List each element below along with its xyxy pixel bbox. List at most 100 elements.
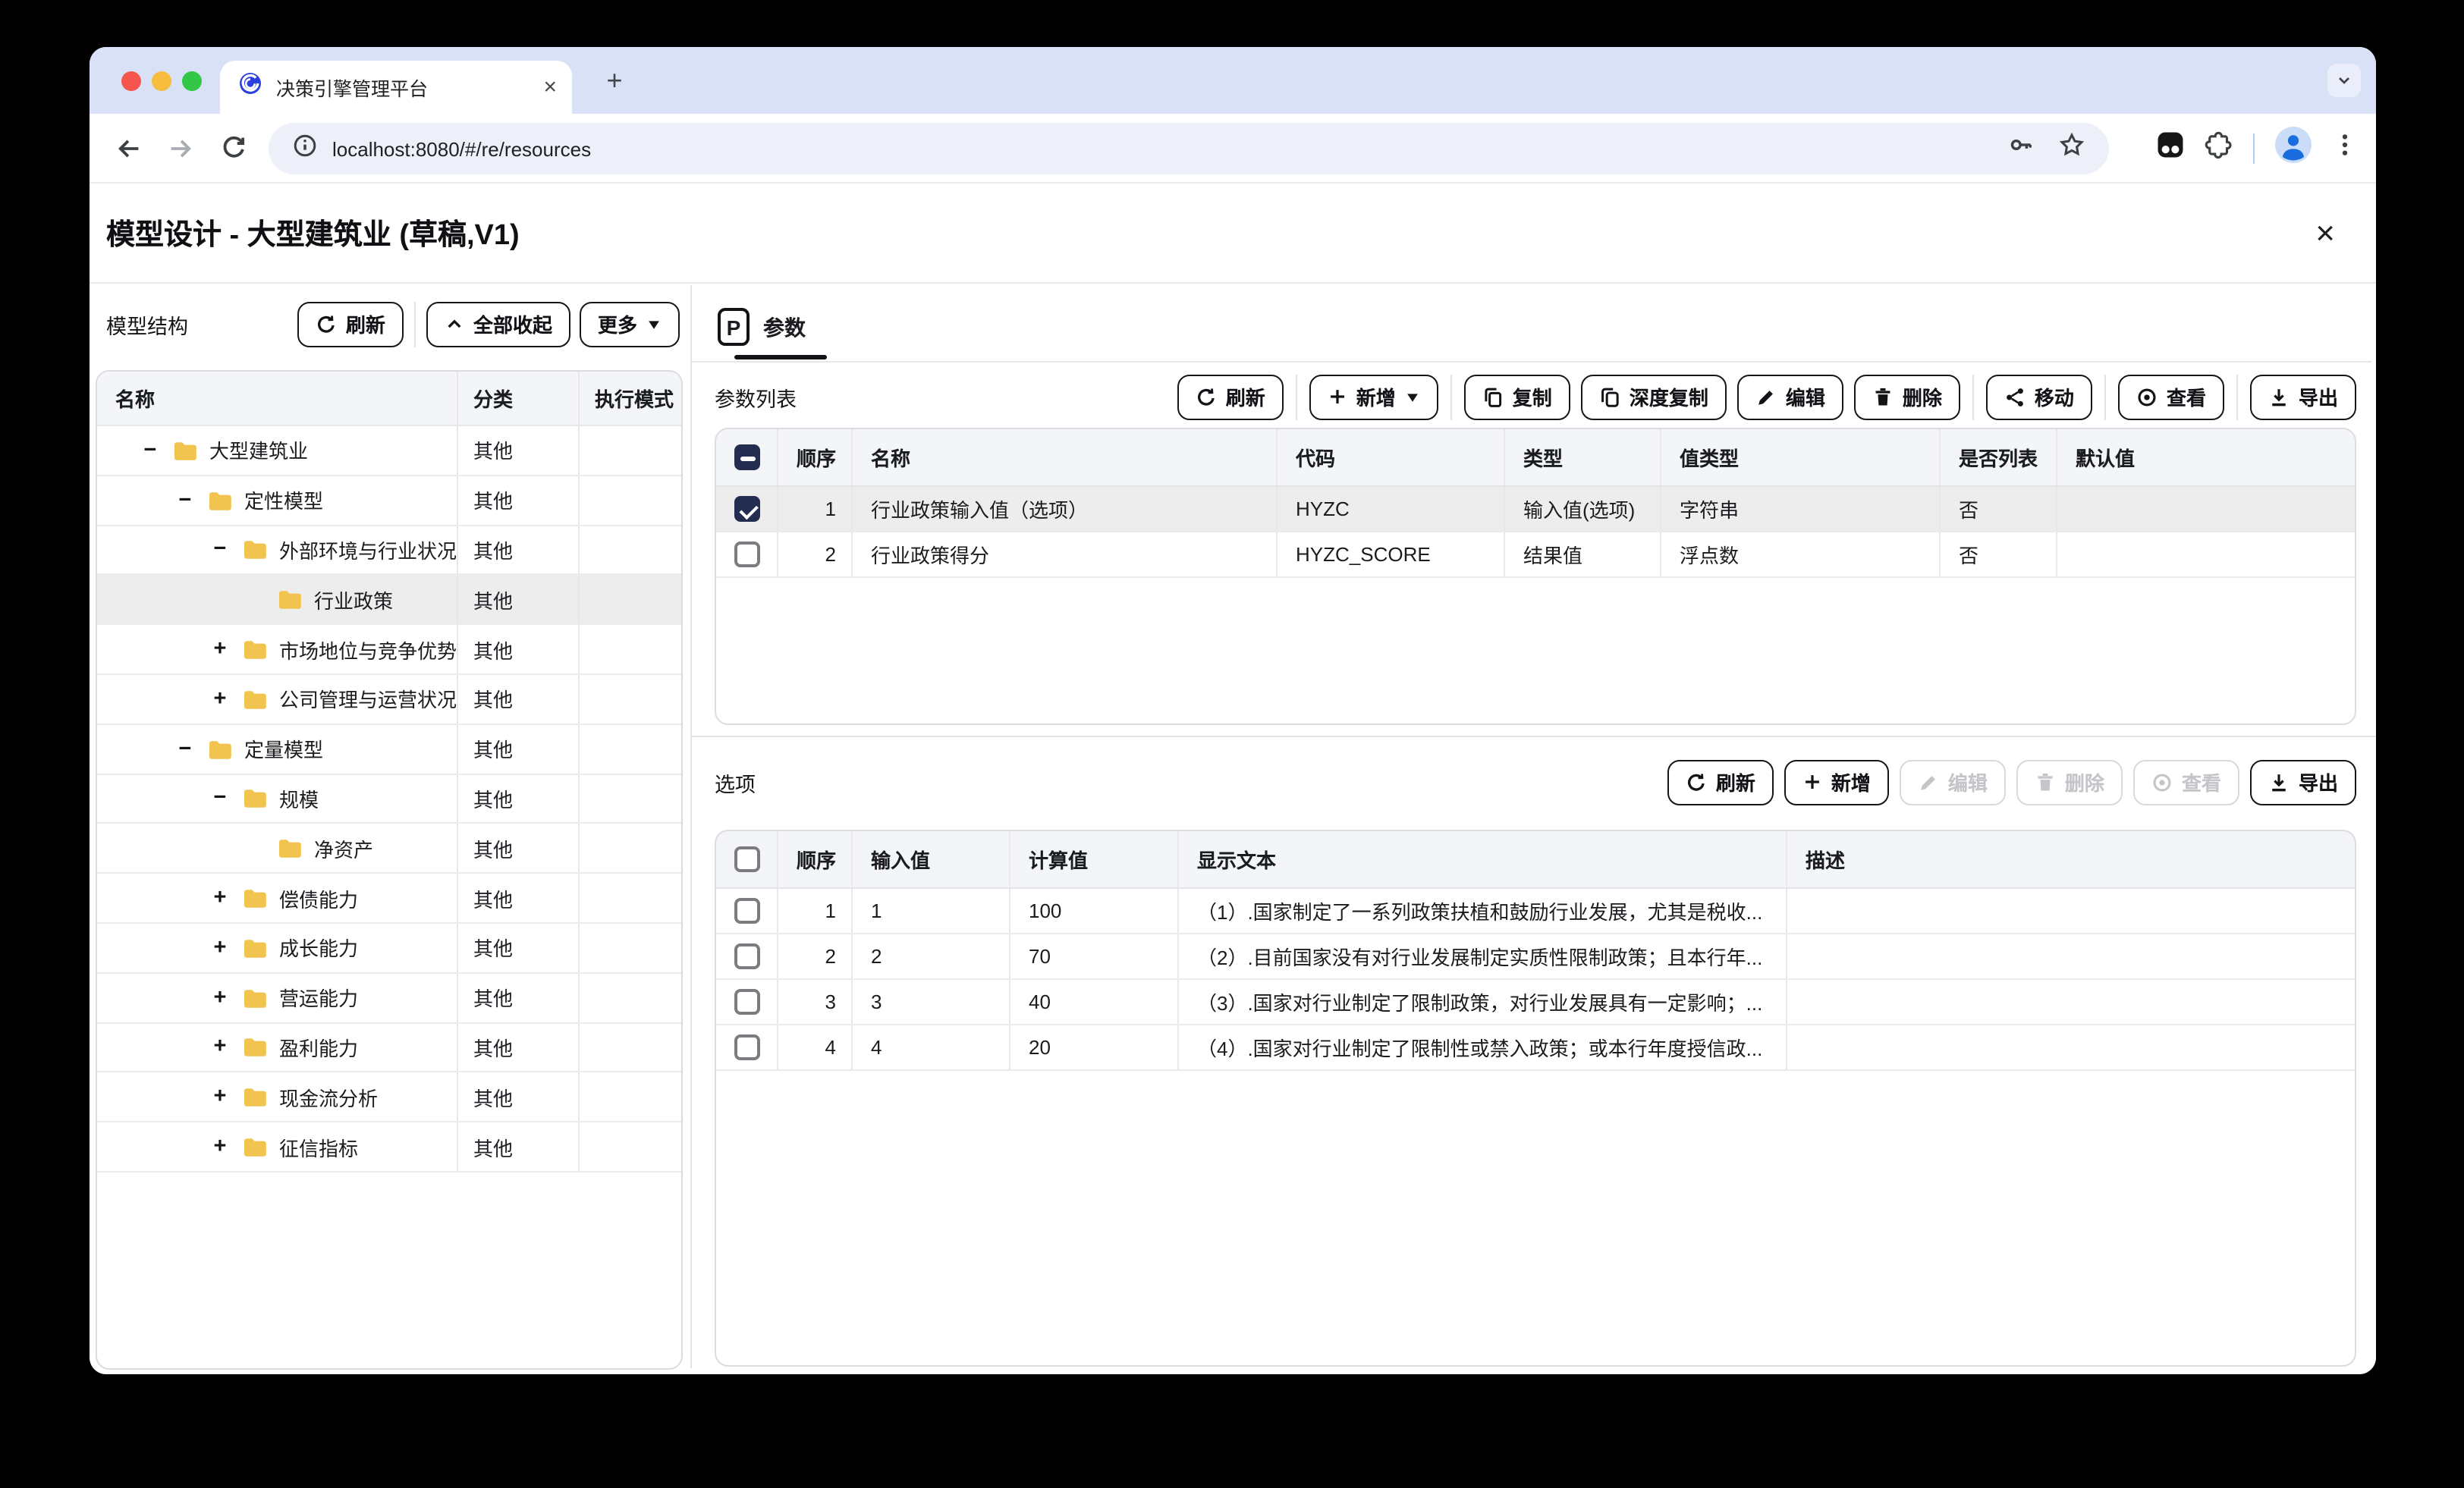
expand-toggle[interactable]: + (209, 936, 231, 960)
tab-parameters[interactable]: P 参数 (713, 296, 810, 358)
option-row[interactable]: 3 3 40 （3）.国家对行业制定了限制政策，对行业发展具有一定影响；... (716, 980, 2355, 1025)
extension-app-icon[interactable] (2155, 130, 2184, 167)
tree-node-label: 定性模型 (244, 485, 323, 514)
tree-row[interactable]: −大型建筑业 其他 (97, 426, 681, 476)
option-edit-button[interactable]: 编辑 (1900, 759, 2006, 805)
tree-row[interactable]: +营运能力 其他 (97, 974, 681, 1024)
tree-node-category: 其他 (457, 625, 578, 673)
expand-toggle[interactable]: + (209, 637, 231, 661)
tree-row[interactable]: 净资产 其他 (97, 824, 681, 874)
tab-close-icon[interactable]: × (543, 76, 557, 99)
param-is-list: 否 (1939, 532, 2056, 576)
expand-toggle[interactable]: + (209, 1135, 231, 1159)
param-add-button[interactable]: 新增 (1309, 374, 1438, 419)
folder-icon (243, 1087, 267, 1108)
tree-row[interactable]: +征信指标 其他 (97, 1122, 681, 1173)
profile-avatar[interactable] (2274, 126, 2312, 171)
macos-close-button[interactable] (121, 71, 141, 91)
new-tab-button[interactable]: + (596, 62, 633, 99)
browser-tab[interactable]: 决策引擎管理平台 × (220, 61, 572, 114)
model-tree-table: 名称 分类 执行模式 −大型建筑业 其他 −定性模型 其他 −外部环境与行业 (96, 370, 683, 1370)
tree-row[interactable]: +盈利能力 其他 (97, 1023, 681, 1073)
option-view-button[interactable]: 查看 (2133, 759, 2239, 805)
expand-toggle[interactable]: + (209, 886, 231, 910)
param-export-button[interactable]: 导出 (2250, 374, 2356, 419)
collapse-toggle[interactable]: − (140, 438, 161, 463)
model-structure-panel: 模型结构 刷新 全部收起 更多 (90, 285, 690, 1374)
tree-row[interactable]: −定量模型 其他 (97, 725, 681, 775)
param-copy-button[interactable]: 复制 (1464, 374, 1570, 419)
tree-node-category: 其他 (457, 974, 578, 1022)
param-order: 1 (777, 487, 851, 531)
param-move-button[interactable]: 移动 (1986, 374, 2092, 419)
param-row[interactable]: 2 行业政策得分 HYZC_SCORE 结果值 浮点数 否 (716, 532, 2355, 578)
column-header-name: 名称 (851, 429, 1276, 485)
expand-toggle[interactable]: + (209, 1035, 231, 1059)
expand-toggle[interactable]: + (209, 985, 231, 1009)
row-checkbox[interactable] (734, 496, 759, 522)
tree-node-label: 市场地位与竞争优势 (279, 635, 457, 664)
menu-kebab-icon[interactable] (2332, 132, 2358, 165)
tree-row[interactable]: +偿债能力 其他 (97, 874, 681, 924)
param-delete-button[interactable]: 删除 (1854, 374, 1960, 419)
column-header-category: 分类 (457, 372, 578, 425)
tree-row[interactable]: −外部环境与行业状况 其他 (97, 526, 681, 576)
tree-row[interactable]: −定性模型 其他 (97, 476, 681, 526)
option-calc-value: 100 (1009, 889, 1177, 933)
tree-row[interactable]: + 市场地位与竞争优势 其他 (97, 625, 681, 675)
tree-row-selected[interactable]: 行业政策 其他 (97, 576, 681, 626)
select-all-checkbox[interactable] (734, 846, 759, 872)
folder-icon (243, 689, 267, 710)
macos-minimize-button[interactable] (152, 71, 171, 91)
folder-icon (243, 539, 267, 560)
password-key-icon[interactable] (2009, 132, 2035, 165)
option-display-text: （3）.国家对行业制定了限制政策，对行业发展具有一定影响；... (1177, 980, 1786, 1024)
collapse-toggle[interactable]: − (209, 786, 231, 811)
tab-bar: P 参数 (692, 285, 2371, 363)
param-deep-copy-button[interactable]: 深度复制 (1581, 374, 1727, 419)
collapse-toggle[interactable]: − (174, 488, 196, 512)
select-all-checkbox[interactable] (734, 444, 759, 470)
expand-toggle[interactable]: + (209, 687, 231, 711)
param-edit-button[interactable]: 编辑 (1737, 374, 1843, 419)
more-button[interactable]: 更多 (580, 301, 680, 347)
bookmark-star-icon[interactable] (2059, 132, 2085, 165)
extensions-puzzle-icon[interactable] (2204, 130, 2233, 167)
tree-row[interactable]: −规模 其他 (97, 774, 681, 824)
option-row[interactable]: 4 4 20 （4）.国家对行业制定了限制性或禁入政策；或本行年度授信政... (716, 1025, 2355, 1071)
param-row[interactable]: 1 行业政策输入值（选项） HYZC 输入值(选项) 字符串 否 (716, 487, 2355, 532)
row-checkbox[interactable] (734, 1034, 759, 1060)
option-calc-value: 70 (1009, 934, 1177, 978)
expand-toggle[interactable]: + (209, 1085, 231, 1110)
site-info-icon[interactable] (293, 133, 317, 165)
reload-icon[interactable] (220, 135, 247, 162)
tree-row[interactable]: +现金流分析 其他 (97, 1073, 681, 1123)
page-header: 模型设计 - 大型建筑业 (草稿,V1) × (90, 184, 2376, 284)
row-checkbox[interactable] (734, 542, 759, 567)
row-checkbox[interactable] (734, 898, 759, 924)
param-view-button[interactable]: 查看 (2118, 374, 2224, 419)
page-close-icon[interactable]: × (2315, 216, 2335, 250)
option-delete-button[interactable]: 删除 (2016, 759, 2123, 805)
forward-icon[interactable] (167, 135, 194, 162)
param-refresh-button[interactable]: 刷新 (1177, 374, 1284, 419)
option-add-button[interactable]: 新增 (1784, 759, 1889, 805)
url-bar[interactable]: localhost:8080/#/re/resources (269, 123, 2109, 174)
tree-row[interactable]: +成长能力 其他 (97, 924, 681, 974)
row-checkbox[interactable] (734, 989, 759, 1015)
option-refresh-button[interactable]: 刷新 (1667, 759, 1774, 805)
tree-row[interactable]: +公司管理与运营状况 其他 (97, 675, 681, 725)
collapse-all-button[interactable]: 全部收起 (426, 301, 570, 347)
param-type: 输入值(选项) (1504, 487, 1660, 531)
collapse-toggle[interactable]: − (209, 538, 231, 562)
tab-search-chevron-icon[interactable] (2327, 64, 2361, 97)
row-checkbox[interactable] (734, 943, 759, 969)
option-export-button[interactable]: 导出 (2250, 759, 2356, 805)
back-icon[interactable] (115, 135, 143, 162)
macos-fullscreen-button[interactable] (182, 71, 202, 91)
option-row[interactable]: 2 2 70 （2）.目前国家没有对行业发展制定实质性限制政策；且本行年... (716, 934, 2355, 980)
collapse-toggle[interactable]: − (174, 736, 196, 761)
option-row[interactable]: 1 1 100 （1）.国家制定了一系列政策扶植和鼓励行业发展，尤其是税收... (716, 889, 2355, 934)
tree-refresh-button[interactable]: 刷新 (297, 301, 404, 347)
folder-icon (243, 788, 267, 809)
